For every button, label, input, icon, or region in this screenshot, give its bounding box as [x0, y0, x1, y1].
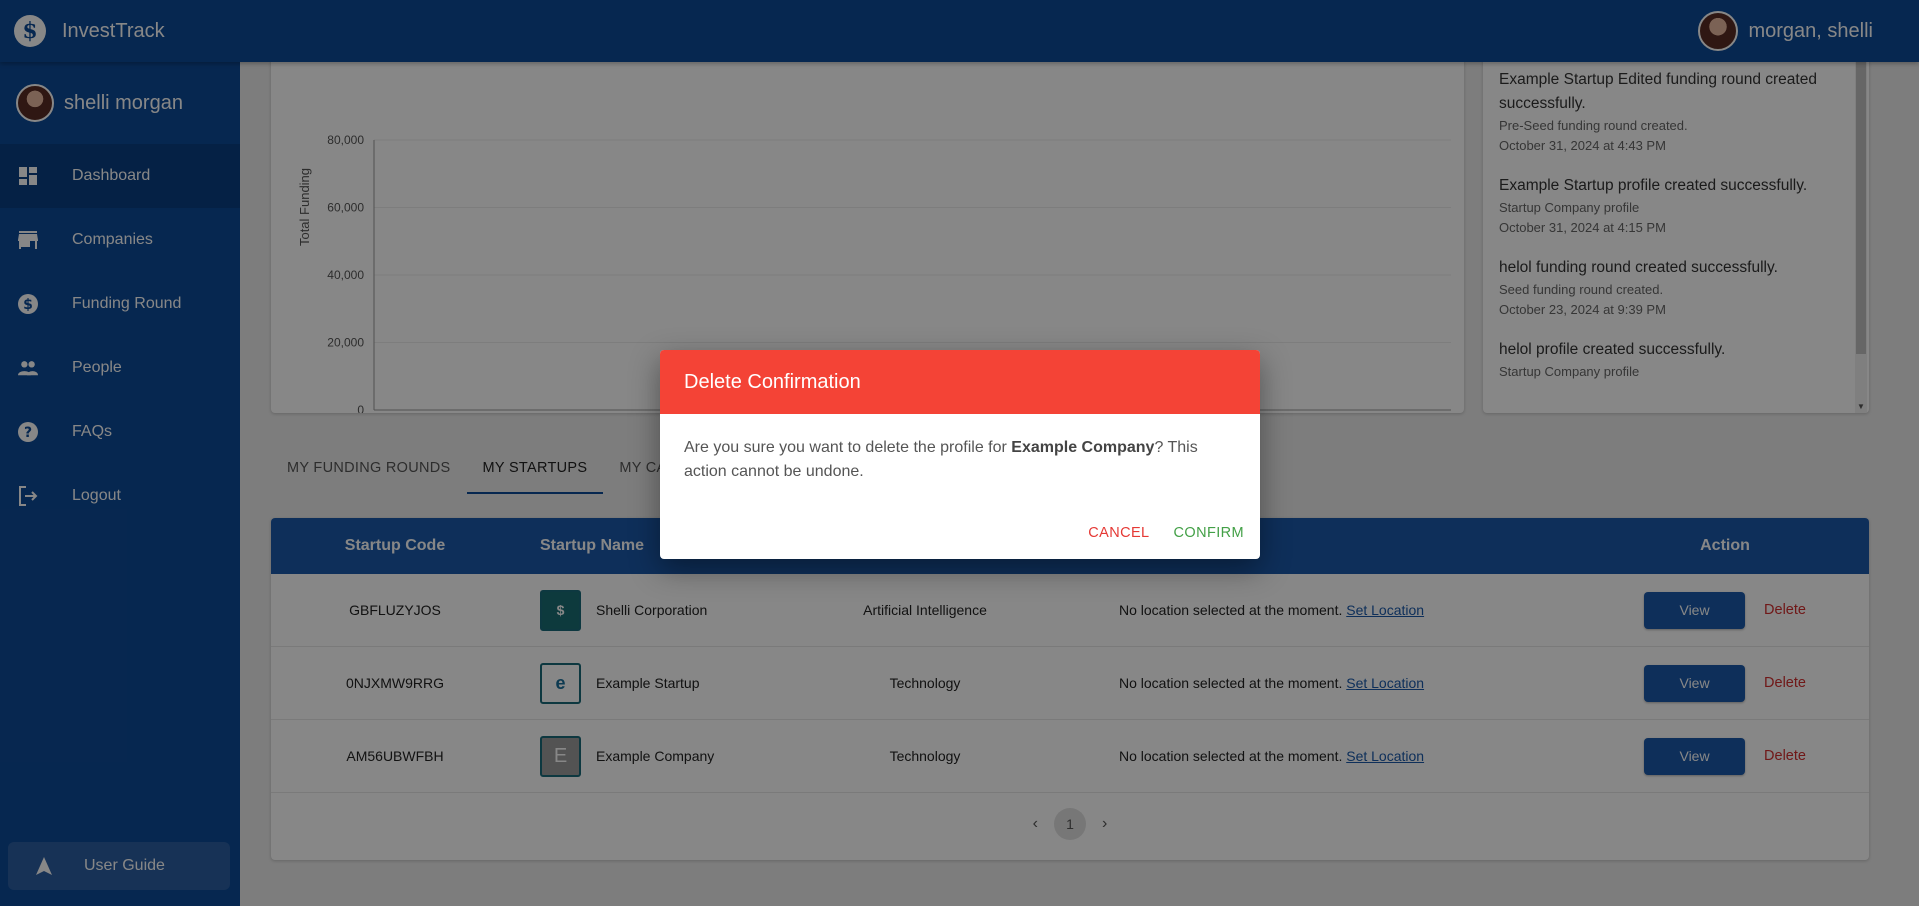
- delete-confirmation-dialog: Delete Confirmation Are you sure you wan…: [660, 350, 1260, 559]
- cancel-button[interactable]: CANCEL: [1088, 525, 1149, 541]
- confirm-button[interactable]: CONFIRM: [1174, 525, 1244, 541]
- dialog-title: Delete Confirmation: [660, 350, 1260, 414]
- dialog-company-name: Example Company: [1011, 439, 1155, 456]
- dialog-message: Are you sure you want to delete the prof…: [660, 414, 1260, 484]
- dialog-message-pre: Are you sure you want to delete the prof…: [684, 439, 1012, 456]
- dialog-actions: CANCEL CONFIRM: [1088, 525, 1244, 541]
